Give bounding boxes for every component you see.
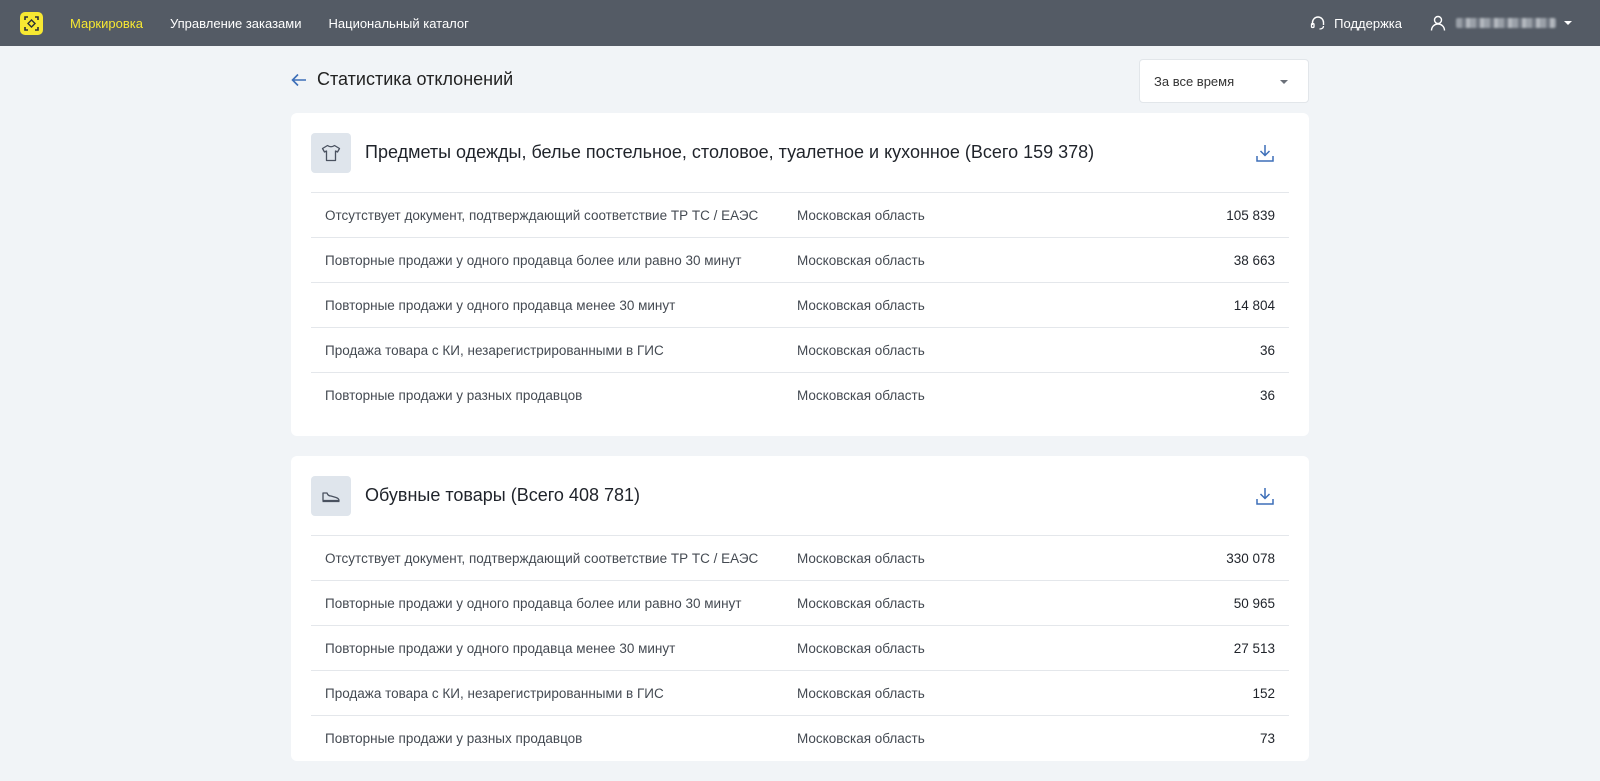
row-count: 330 078 bbox=[1226, 550, 1275, 566]
table-row: Продажа товара с КИ, незарегистрированны… bbox=[311, 671, 1289, 716]
shoe-icon bbox=[311, 475, 351, 516]
chevron-down-icon bbox=[1280, 80, 1288, 84]
logo-icon[interactable] bbox=[20, 11, 43, 35]
row-reason: Повторные продажи у разных продавцов bbox=[325, 731, 583, 746]
nav-order-management[interactable]: Управление заказами bbox=[170, 16, 302, 31]
row-region: Московская область bbox=[797, 252, 925, 268]
row-count: 38 663 bbox=[1233, 252, 1275, 268]
page-header: Статистика отклонений За все время bbox=[291, 46, 1309, 113]
support-link[interactable]: Поддержка bbox=[1310, 15, 1402, 31]
row-count: 14 804 bbox=[1233, 297, 1275, 313]
period-select-value: За все время bbox=[1154, 73, 1235, 89]
category-title: Предметы одежды, белье постельное, столо… bbox=[365, 142, 1095, 162]
page-title: Статистика отклонений bbox=[317, 69, 514, 89]
row-reason: Повторные продажи у разных продавцов bbox=[325, 388, 583, 403]
row-region: Московская область bbox=[797, 388, 925, 403]
row-reason: Продажа товара с КИ, незарегистрированны… bbox=[325, 685, 664, 701]
download-icon bbox=[1256, 145, 1274, 162]
row-region: Московская область bbox=[797, 731, 925, 746]
topbar-right: Поддержка bbox=[1310, 0, 1572, 46]
row-count: 36 bbox=[1259, 342, 1275, 358]
chevron-down-icon bbox=[1564, 21, 1572, 25]
row-count: 27 513 bbox=[1233, 640, 1275, 656]
category-title: Обувные товары (Всего 408 781) bbox=[365, 485, 640, 505]
download-button[interactable] bbox=[1255, 486, 1275, 511]
row-region: Московская область bbox=[797, 342, 925, 358]
row-count: 50 965 bbox=[1233, 595, 1275, 611]
table-row: Отсутствует документ, подтверждающий соо… bbox=[311, 193, 1289, 238]
page-content: Статистика отклонений За все время Предм… bbox=[291, 46, 1309, 781]
table-row: Повторные продажи у одного продавца мене… bbox=[311, 626, 1289, 671]
row-reason: Повторные продажи у одного продавца мене… bbox=[325, 640, 676, 656]
row-count: 152 bbox=[1252, 685, 1275, 701]
user-name-redacted bbox=[1456, 18, 1556, 28]
row-count: 36 bbox=[1259, 388, 1275, 403]
row-reason: Продажа товара с КИ, незарегистрированны… bbox=[325, 342, 664, 358]
support-label: Поддержка bbox=[1334, 15, 1402, 31]
row-reason: Отсутствует документ, подтверждающий соо… bbox=[325, 207, 759, 223]
row-count: 73 bbox=[1259, 731, 1275, 746]
table-row: Отсутствует документ, подтверждающий соо… bbox=[311, 536, 1289, 581]
table-row: Повторные продажи у одного продавца боле… bbox=[311, 238, 1289, 283]
headset-icon bbox=[1311, 16, 1325, 30]
row-region: Московская область bbox=[797, 550, 925, 566]
table-row: Повторные продажи у одного продавца боле… bbox=[311, 581, 1289, 626]
back-button[interactable] bbox=[291, 73, 307, 87]
nav-marking[interactable]: Маркировка bbox=[70, 16, 143, 31]
period-select[interactable]: За все время bbox=[1139, 59, 1309, 103]
row-region: Московская область bbox=[797, 640, 925, 656]
row-region: Московская область bbox=[797, 297, 925, 313]
row-region: Московская область bbox=[797, 207, 925, 223]
table-row: Продажа товара с КИ, незарегистрированны… bbox=[311, 328, 1289, 373]
table-row: Повторные продажи у разных продавцов Мос… bbox=[311, 373, 1289, 418]
top-bar: Маркировка Управление заказами Националь… bbox=[0, 0, 1600, 46]
download-button[interactable] bbox=[1255, 143, 1275, 168]
row-reason: Отсутствует документ, подтверждающий соо… bbox=[325, 550, 759, 566]
download-icon bbox=[1256, 488, 1274, 505]
row-region: Московская область bbox=[797, 595, 925, 611]
user-icon bbox=[1430, 15, 1446, 31]
category-card-header: Обувные товары (Всего 408 781) bbox=[311, 456, 1289, 536]
user-menu[interactable] bbox=[1430, 15, 1572, 31]
table-row: Повторные продажи у разных продавцов Мос… bbox=[311, 716, 1289, 761]
nav-national-catalog[interactable]: Национальный каталог bbox=[329, 16, 469, 31]
row-count: 105 839 bbox=[1226, 207, 1275, 223]
category-card-header: Предметы одежды, белье постельное, столо… bbox=[311, 113, 1289, 193]
row-reason: Повторные продажи у одного продавца боле… bbox=[325, 595, 742, 611]
row-reason: Повторные продажи у одного продавца боле… bbox=[325, 252, 742, 268]
arrow-left-icon bbox=[291, 73, 306, 86]
table-row: Повторные продажи у одного продавца мене… bbox=[311, 283, 1289, 328]
category-card-shoes: Обувные товары (Всего 408 781) Отсутству… bbox=[291, 456, 1309, 761]
row-region: Московская область bbox=[797, 685, 925, 701]
category-card-clothing: Предметы одежды, белье постельное, столо… bbox=[291, 113, 1309, 436]
tshirt-icon bbox=[311, 132, 351, 173]
row-reason: Повторные продажи у одного продавца мене… bbox=[325, 297, 676, 313]
